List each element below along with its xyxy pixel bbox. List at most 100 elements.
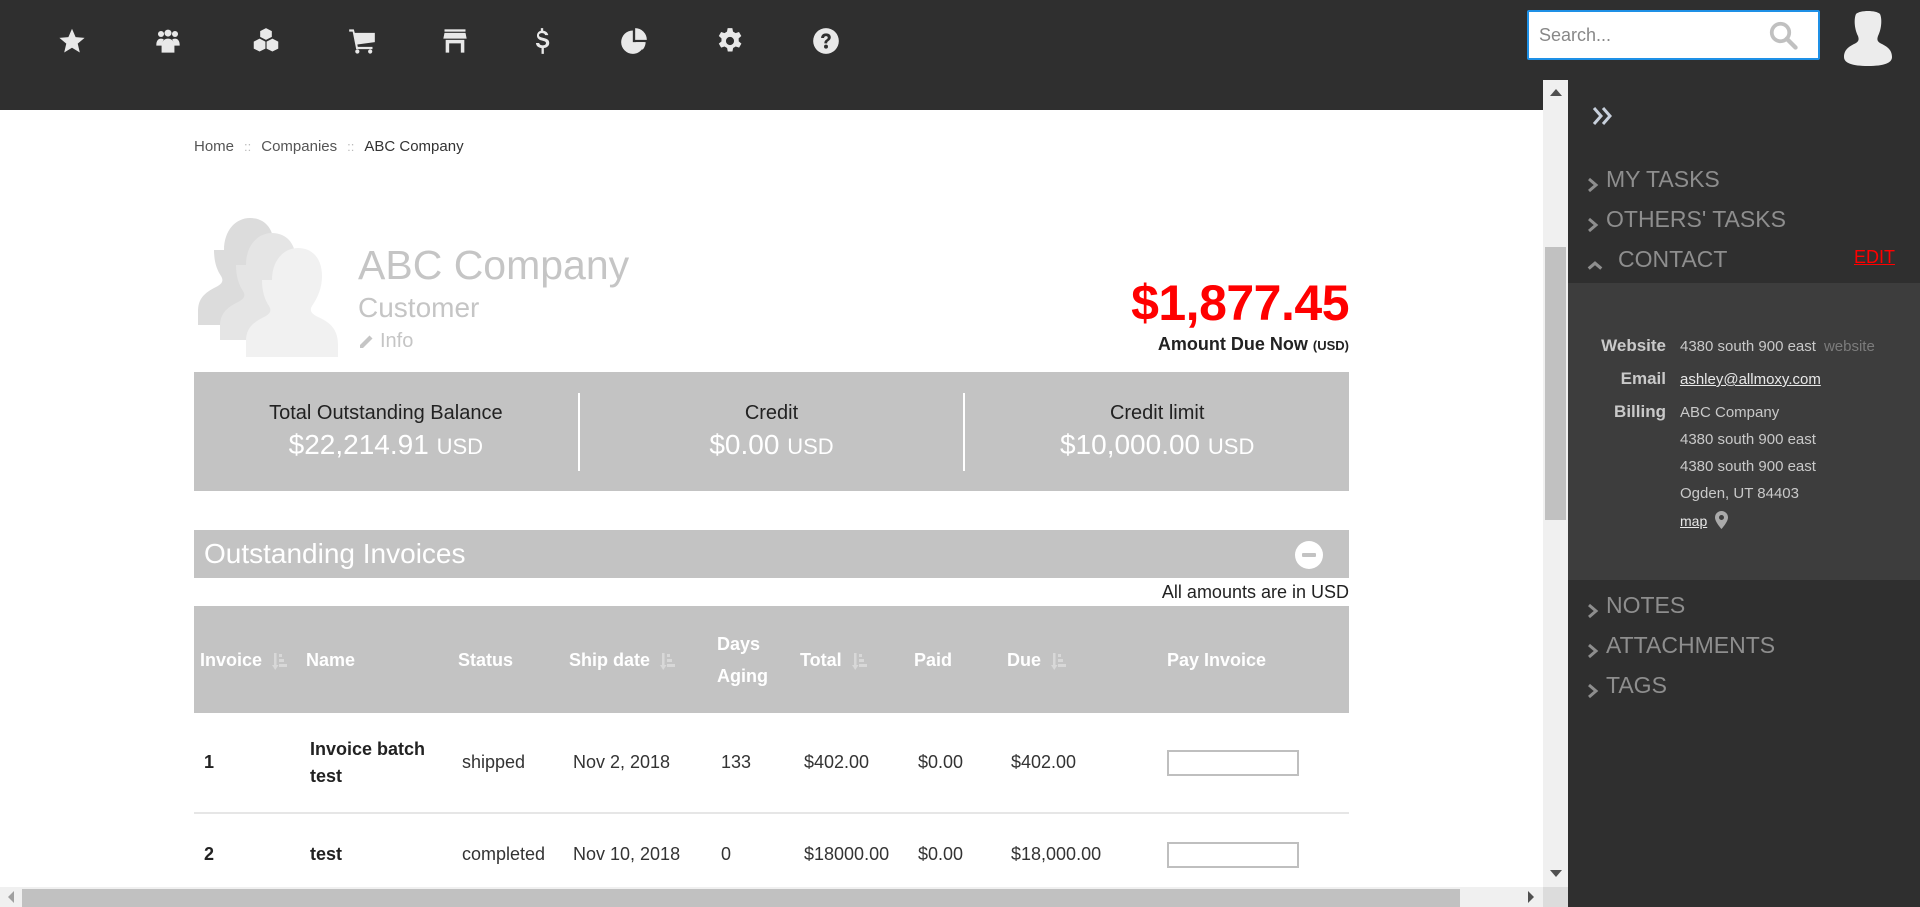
vertical-scrollbar-thumb[interactable] xyxy=(1545,247,1566,520)
sidebar-section-my-tasks[interactable]: MY TASKS xyxy=(1586,166,1720,193)
sidebar-section-label: TAGS xyxy=(1606,672,1667,698)
vertical-scrollbar[interactable] xyxy=(1543,80,1568,887)
users-icon[interactable] xyxy=(151,24,185,58)
sidebar-section-notes[interactable]: NOTES xyxy=(1586,592,1685,619)
collapse-section-button[interactable] xyxy=(1295,541,1323,569)
chevron-right-icon xyxy=(1586,212,1600,232)
column-header-status: Status xyxy=(452,606,563,713)
summary-total-outstanding: Total Outstanding Balance $22,214.91 USD xyxy=(194,393,578,471)
sidebar-section-label: OTHERS' TASKS xyxy=(1606,206,1786,232)
scroll-up-arrow-icon[interactable] xyxy=(1550,89,1562,96)
summary-amount: $0.00 xyxy=(709,429,780,460)
summary-value: $22,214.91 USD xyxy=(194,429,578,461)
breadcrumb-companies[interactable]: Companies xyxy=(261,138,337,155)
map-pin-icon[interactable] xyxy=(1715,511,1729,529)
main-content: Home:: Companies:: ABC Company ABC Company… xyxy=(0,110,1543,887)
cell-pay-invoice xyxy=(1149,812,1349,887)
column-label: Total xyxy=(800,649,842,670)
table-row[interactable]: 1 Invoice batch test shipped Nov 2, 2018… xyxy=(194,713,1349,813)
breadcrumb: Home:: Companies:: ABC Company xyxy=(194,138,464,155)
search-input[interactable] xyxy=(1539,12,1769,58)
cell-invoice[interactable]: 2 xyxy=(194,812,300,887)
sidebar-section-contact[interactable]: CONTACT xyxy=(1586,246,1727,273)
map-link[interactable]: map xyxy=(1680,513,1707,529)
company-info-link[interactable]: Info xyxy=(358,330,413,353)
cell-pay-invoice xyxy=(1149,713,1349,813)
user-avatar-icon[interactable] xyxy=(1842,10,1894,66)
gear-icon[interactable] xyxy=(713,24,747,58)
sort-icon[interactable] xyxy=(660,651,676,671)
sort-icon[interactable] xyxy=(1051,651,1067,671)
pay-invoice-input[interactable] xyxy=(1167,750,1299,777)
scroll-right-arrow-icon[interactable] xyxy=(1528,891,1534,903)
question-icon[interactable] xyxy=(809,24,843,58)
star-icon[interactable] xyxy=(55,24,89,58)
cubes-icon[interactable] xyxy=(249,24,283,58)
billing-line: ABC Company xyxy=(1680,404,1780,421)
billing-line: 4380 south 900 east xyxy=(1680,458,1816,475)
column-header-paid: Paid xyxy=(908,606,1001,713)
table-row[interactable]: 2 test completed Nov 10, 2018 0 $18000.0… xyxy=(194,812,1349,887)
column-header-name: Name xyxy=(300,606,452,713)
contact-email-label: Email xyxy=(1620,369,1666,388)
chevron-right-icon xyxy=(1586,598,1600,618)
contact-website-value: 4380 south 900 east website xyxy=(1680,338,1875,355)
dollar-icon[interactable] xyxy=(525,24,559,58)
search-icon[interactable] xyxy=(1768,20,1798,50)
column-label: Pay Invoice xyxy=(1167,649,1267,670)
sort-icon[interactable] xyxy=(851,651,868,671)
cell-ship-date: Nov 2, 2018 xyxy=(573,752,671,772)
sidebar-section-tags[interactable]: TAGS xyxy=(1586,672,1667,699)
cell-days-aging: 133 xyxy=(721,752,752,772)
contact-email-link[interactable]: ashley@allmoxy.com xyxy=(1680,371,1821,388)
column-label: Days Aging xyxy=(717,633,768,686)
contact-email-value: ashley@allmoxy.com xyxy=(1680,371,1821,388)
amount-due-label-text: Amount Due Now xyxy=(1157,334,1308,354)
double-chevron-right-icon[interactable] xyxy=(1590,102,1618,130)
amount-due: $1,877.45 Amount Due Now (USD) xyxy=(1131,278,1349,355)
chevron-right-icon xyxy=(1586,172,1600,192)
breadcrumb-separator: :: xyxy=(347,139,355,154)
pie-chart-icon[interactable] xyxy=(617,24,651,58)
pay-invoice-input[interactable] xyxy=(1167,842,1299,869)
amount-due-value: $1,877.45 xyxy=(1131,275,1349,331)
column-header-invoice[interactable]: Invoice xyxy=(194,606,300,713)
cart-icon[interactable] xyxy=(345,24,379,58)
column-header-pay-invoice: Pay Invoice xyxy=(1149,606,1349,713)
horizontal-scrollbar-thumb[interactable] xyxy=(22,889,1460,907)
sidebar-section-others-tasks[interactable]: OTHERS' TASKS xyxy=(1586,206,1786,233)
scroll-left-arrow-icon[interactable] xyxy=(8,891,14,903)
breadcrumb-home[interactable]: Home xyxy=(194,138,234,155)
cell-due: $402.00 xyxy=(1011,752,1077,772)
scroll-down-arrow-icon[interactable] xyxy=(1550,870,1562,877)
contact-details-panel: Website 4380 south 900 east website Email… xyxy=(1568,283,1920,580)
company-type: Customer xyxy=(358,292,480,323)
search-box xyxy=(1527,10,1820,60)
column-label: Status xyxy=(458,649,514,670)
store-icon[interactable] xyxy=(438,24,472,58)
contact-website-link[interactable]: website xyxy=(1824,338,1875,355)
chevron-up-icon xyxy=(1586,252,1606,270)
summary-credit-limit: Credit limit $10,000.00 USD xyxy=(963,392,1349,471)
summary-currency: USD xyxy=(787,434,834,459)
company-info-label: Info xyxy=(380,330,414,352)
sort-icon[interactable] xyxy=(272,651,288,671)
column-header-days-aging: Days Aging xyxy=(711,606,794,713)
cell-name[interactable]: test xyxy=(300,812,452,887)
column-header-ship-date[interactable]: Ship date xyxy=(563,606,711,713)
outstanding-invoices-header: Outstanding Invoices xyxy=(194,530,1349,578)
breadcrumb-separator: :: xyxy=(244,139,252,154)
cell-name[interactable]: Invoice batch test xyxy=(300,713,452,813)
summary-label: Credit xyxy=(744,402,799,424)
cell-invoice[interactable]: 1 xyxy=(194,713,300,813)
sidebar-section-attachments[interactable]: ATTACHMENTS xyxy=(1586,632,1775,659)
cell-total: $402.00 xyxy=(804,752,870,772)
contact-edit-link[interactable]: EDIT xyxy=(1854,247,1895,268)
horizontal-scrollbar[interactable] xyxy=(0,887,1543,907)
cell-status: shipped xyxy=(462,752,526,772)
column-header-total[interactable]: Total xyxy=(794,606,908,713)
column-header-due[interactable]: Due xyxy=(1001,606,1149,713)
pencil-icon xyxy=(360,335,373,348)
column-label: Ship date xyxy=(569,649,651,670)
sidebar-section-label: CONTACT xyxy=(1618,246,1728,272)
